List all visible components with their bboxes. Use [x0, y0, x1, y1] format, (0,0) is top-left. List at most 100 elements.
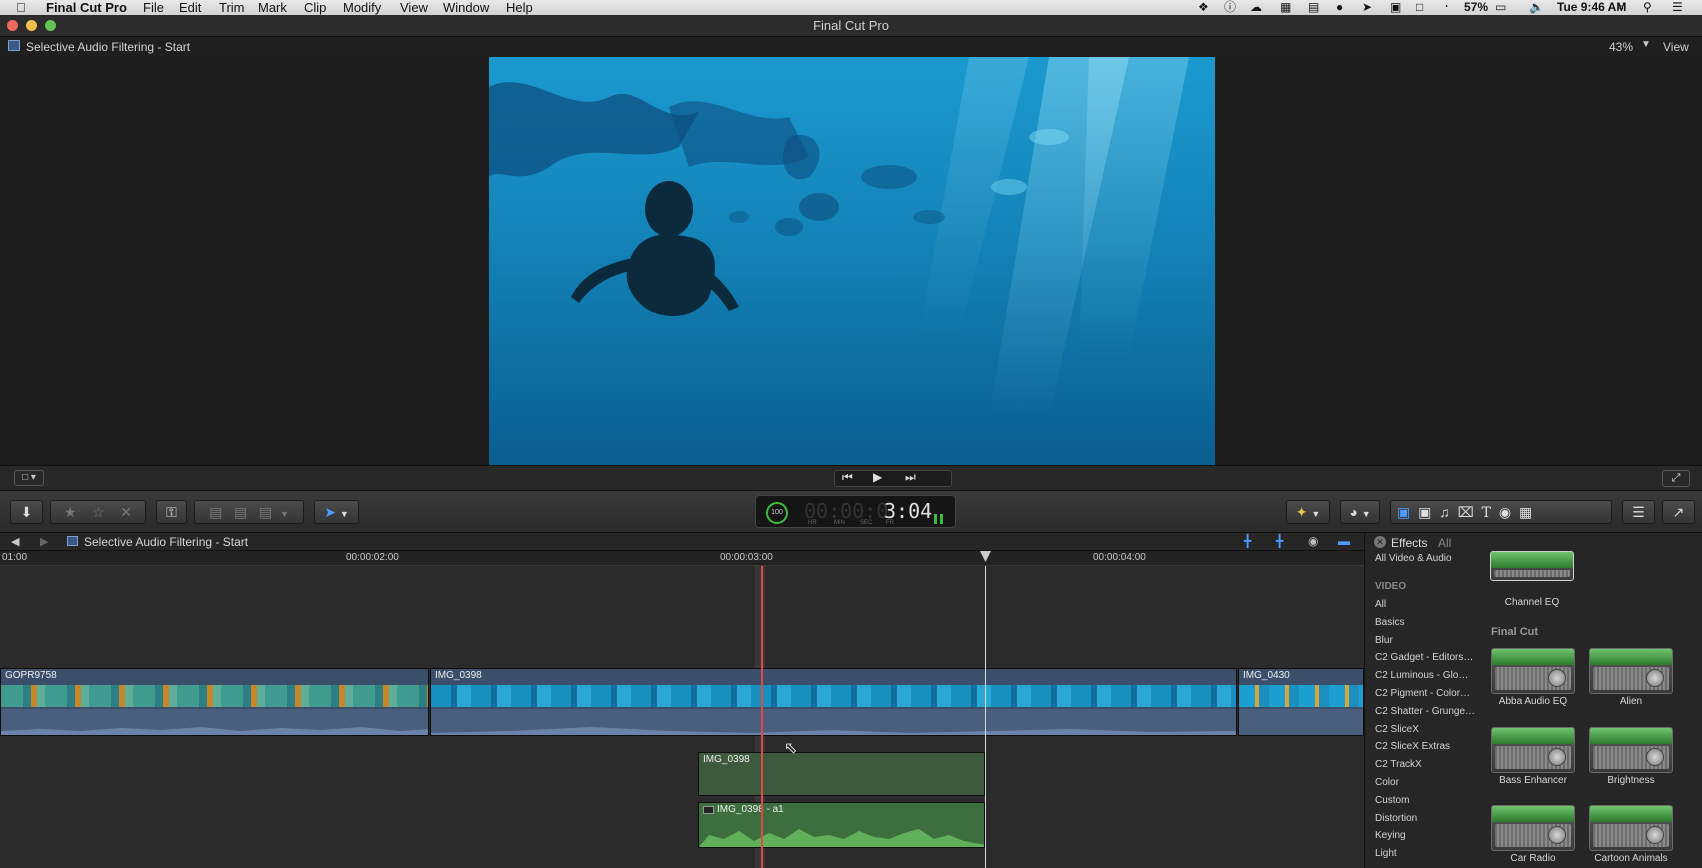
effect-abba-audio-eq-thumb[interactable]	[1491, 648, 1575, 694]
timeline-clip-gopr9758[interactable]: GOPR9758	[0, 668, 429, 736]
cloud-icon[interactable]: ☁	[1250, 0, 1262, 15]
notification-center-icon[interactable]: ☰	[1672, 0, 1683, 15]
effect-alien-thumb[interactable]	[1589, 648, 1673, 694]
edit-dropdown-icon[interactable]: ▼	[280, 509, 289, 519]
menu-mark[interactable]: Mark	[258, 0, 287, 15]
titles-browser-icon[interactable]: T	[1482, 505, 1493, 521]
category-c2-slicex-extras[interactable]: C2 SliceX Extras	[1375, 741, 1450, 752]
reject-x-icon[interactable]: ✕	[120, 504, 132, 520]
background-tasks-ring[interactable]: 100	[766, 502, 788, 524]
menu-file[interactable]: File	[143, 0, 164, 15]
dashboard-timecode[interactable]: 100 00:00:0 3:04 HR MIN SEC FR	[755, 495, 956, 528]
category-c2-shatter[interactable]: C2 Shatter - Grunge…	[1375, 706, 1475, 717]
timeline-clip-img-0430[interactable]: IMG_0430	[1238, 668, 1364, 736]
share-button[interactable]: ↗	[1662, 500, 1695, 524]
timeline-forward-icon[interactable]: ▶	[40, 535, 48, 548]
menu-clip[interactable]: Clip	[304, 0, 326, 15]
favorite-star-icon[interactable]: ★	[64, 504, 77, 520]
menu-window[interactable]: Window	[443, 0, 489, 15]
effects-filter[interactable]: All	[1438, 536, 1451, 550]
info-icon[interactable]: ⓘ	[1224, 0, 1236, 15]
timeline-back-icon[interactable]: ◀	[11, 535, 19, 548]
playhead-handle[interactable]	[980, 551, 991, 562]
battery-icon[interactable]: ▭	[1495, 0, 1506, 15]
play-button[interactable]: ▶	[873, 470, 882, 484]
doc-icon[interactable]: ▤	[1308, 0, 1319, 15]
fullscreen-icon[interactable]: ⤢	[1662, 470, 1690, 487]
connected-clip-img-0398[interactable]: IMG_0398	[698, 752, 985, 796]
photos-browser-icon[interactable]: ▣	[1418, 504, 1433, 520]
category-c2-gadget[interactable]: C2 Gadget - Editors…	[1375, 652, 1473, 663]
keyword-editor-button[interactable]: ⚿	[156, 500, 187, 524]
unrate-star-icon[interactable]: ☆	[92, 504, 105, 520]
playhead[interactable]	[761, 566, 763, 868]
themes-browser-icon[interactable]: ▦	[1519, 504, 1534, 520]
timeline[interactable]: GOPR9758 IMG_0398 IMG_0430 IMG_0398 IMG_…	[0, 566, 1364, 868]
volume-icon[interactable]: 🔈	[1529, 0, 1544, 15]
category-c2-luminous[interactable]: C2 Luminous - Glo…	[1375, 670, 1468, 681]
category-custom[interactable]: Custom	[1375, 795, 1409, 806]
bluetooth-icon[interactable]: ᛫	[1443, 0, 1450, 15]
snapping-icon[interactable]: ▬	[1338, 534, 1350, 548]
category-keying[interactable]: Keying	[1375, 830, 1406, 841]
effect-cartoon-animals-thumb[interactable]	[1589, 805, 1673, 851]
skimming-icon[interactable]: ╋	[1244, 534, 1251, 548]
camera-icon[interactable]: □	[1416, 0, 1423, 15]
viewer-transform-menu-icon[interactable]: □ ▾	[14, 470, 44, 486]
insert-clip-icon[interactable]: ▤	[234, 504, 247, 520]
next-edit-button[interactable]: ⏭	[905, 470, 916, 485]
effect-brightness-thumb[interactable]	[1589, 727, 1673, 773]
dropbox-icon[interactable]: ❖	[1198, 0, 1209, 15]
previous-edit-button[interactable]: ⏮	[842, 470, 853, 485]
apple-menu-icon[interactable]: 	[16, 0, 26, 15]
category-color[interactable]: Color	[1375, 777, 1399, 788]
audio-clip-img-0398-a1[interactable]: IMG_0398 - a1	[698, 802, 985, 848]
sliders-icon: ☰	[1632, 504, 1645, 520]
connect-clip-icon[interactable]: ▤	[209, 504, 222, 520]
audio-skimming-icon[interactable]: ╋	[1276, 534, 1283, 548]
wifi-icon[interactable]: ≈	[1617, 0, 1624, 15]
category-all-video-audio[interactable]: All Video & Audio	[1375, 553, 1452, 564]
retime-button[interactable]: ◕ ▼	[1340, 500, 1380, 524]
timeline-ruler[interactable]: 01:00 00:00:02:00 00:00:03:00 00:00:04:0…	[0, 551, 1364, 566]
skype-icon[interactable]: ●	[1336, 0, 1343, 15]
menu-modify[interactable]: Modify	[343, 0, 381, 15]
clip-name: IMG_0398	[703, 754, 750, 765]
effects-browser-icon[interactable]: ▣	[1397, 504, 1412, 520]
category-basics[interactable]: Basics	[1375, 617, 1404, 628]
effect-car-radio-thumb[interactable]	[1491, 805, 1575, 851]
transitions-browser-icon[interactable]: ⌧	[1458, 504, 1476, 520]
viewer-view-menu[interactable]: View	[1663, 40, 1689, 54]
effect-bass-enhancer-thumb[interactable]	[1491, 727, 1575, 773]
viewer-zoom-level[interactable]: 43%	[1609, 40, 1633, 54]
menu-edit[interactable]: Edit	[179, 0, 201, 15]
menu-app-name[interactable]: Final Cut Pro	[46, 0, 127, 15]
import-media-button[interactable]: ⬇	[10, 500, 43, 524]
screen-icon[interactable]: ▣	[1390, 0, 1401, 15]
timeline-clip-img-0398[interactable]: IMG_0398	[430, 668, 1237, 736]
clock[interactable]: Tue 9:46 AM	[1557, 0, 1626, 15]
close-effects-icon[interactable]: ✕	[1374, 536, 1386, 548]
category-blur[interactable]: Blur	[1375, 635, 1393, 646]
music-browser-icon[interactable]: ♫	[1439, 504, 1452, 520]
spotlight-search-icon[interactable]: ⚲	[1643, 0, 1652, 15]
menu-view[interactable]: View	[400, 0, 428, 15]
category-c2-trackx[interactable]: C2 TrackX	[1375, 759, 1422, 770]
inspector-button[interactable]: ☰	[1622, 500, 1655, 524]
category-distortion[interactable]: Distortion	[1375, 813, 1417, 824]
menu-help[interactable]: Help	[506, 0, 533, 15]
category-c2-slicex[interactable]: C2 SliceX	[1375, 724, 1419, 735]
append-clip-icon[interactable]: ▤	[259, 504, 272, 520]
select-tool-button[interactable]: ➤ ▼	[314, 500, 359, 524]
zoom-dropdown-icon[interactable]: ▼	[1641, 39, 1651, 50]
effect-channel-eq-thumb[interactable]	[1490, 551, 1574, 581]
menu-trim[interactable]: Trim	[219, 0, 245, 15]
category-all[interactable]: All	[1375, 599, 1386, 610]
arrow-icon[interactable]: ➤	[1362, 0, 1372, 15]
category-c2-pigment[interactable]: C2 Pigment - Color…	[1375, 688, 1470, 699]
category-light[interactable]: Light	[1375, 848, 1397, 859]
solo-icon[interactable]: ◉	[1308, 534, 1318, 548]
grid-icon[interactable]: ▦	[1280, 0, 1291, 15]
enhancements-button[interactable]: ✦ ▼	[1286, 500, 1330, 524]
generators-browser-icon[interactable]: ◉	[1499, 504, 1513, 520]
